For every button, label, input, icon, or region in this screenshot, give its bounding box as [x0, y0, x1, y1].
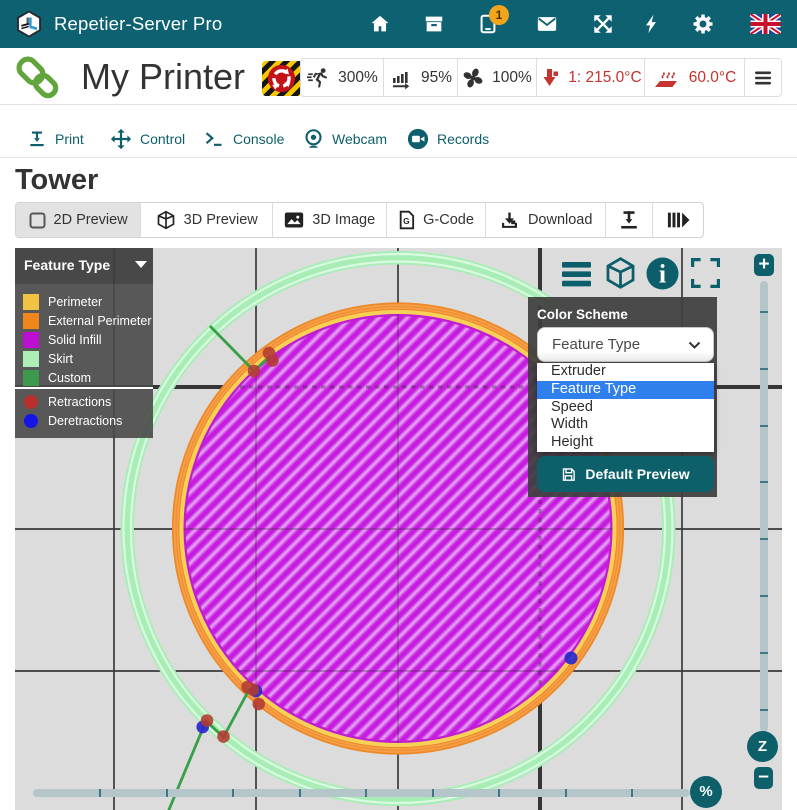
- svg-text:G: G: [403, 216, 409, 226]
- svg-text:i: i: [659, 260, 666, 289]
